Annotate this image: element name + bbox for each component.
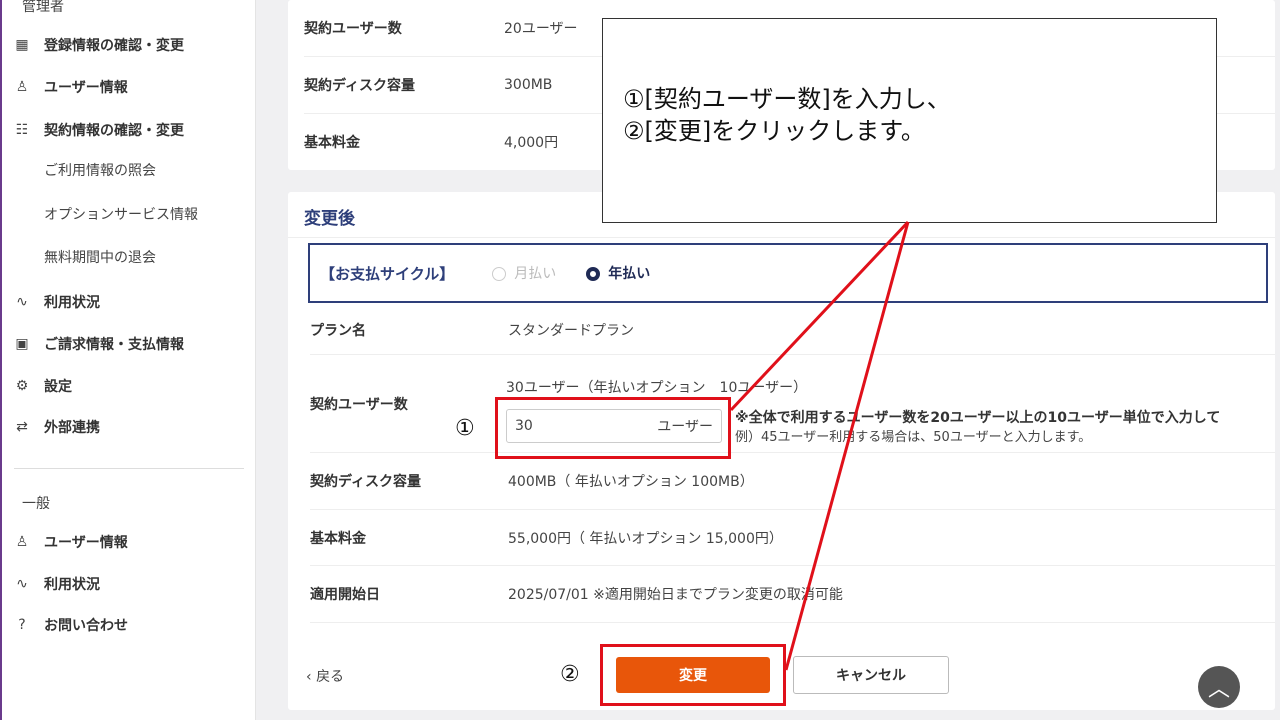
pointer-lines <box>729 220 910 671</box>
pointer-line-2 <box>784 221 910 671</box>
